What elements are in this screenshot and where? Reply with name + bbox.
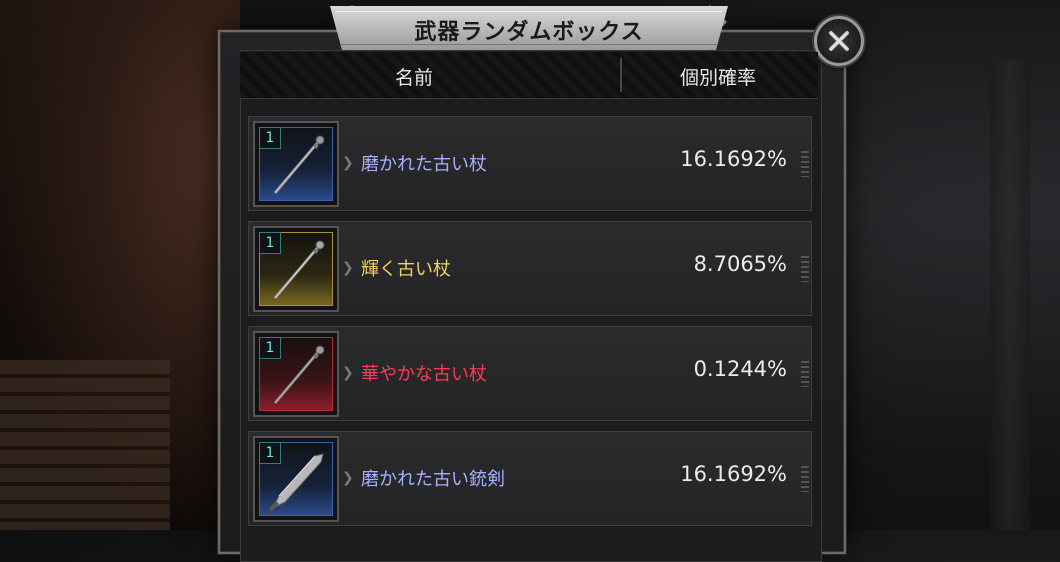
close-button[interactable] — [814, 16, 864, 66]
row-edge-ornament — [801, 256, 809, 282]
close-icon — [829, 31, 849, 51]
dialog-title: 武器ランダムボックス — [414, 20, 644, 45]
column-header-name: 名前 — [395, 67, 434, 89]
item-name: 華やかな古い杖 — [361, 364, 487, 385]
item-quantity: 1 — [259, 337, 281, 359]
item-quantity: 1 — [259, 442, 281, 464]
item-name: 磨かれた古い銃剣 — [361, 469, 505, 490]
chevron-right-icon: ❯ — [342, 155, 354, 171]
item-quantity: 1 — [259, 232, 281, 254]
chevron-right-icon: ❯ — [342, 365, 354, 381]
item-row[interactable]: 1 ❯ 華やかな古い杖 0.1244% — [248, 326, 812, 421]
item-slot[interactable]: 1 — [253, 436, 339, 522]
item-rate: 16.1692% — [680, 462, 787, 486]
item-row[interactable]: 1 ❯ 磨かれた古い銃剣 16.1692% — [248, 431, 812, 526]
row-edge-ornament — [801, 361, 809, 387]
item-name: 輝く古い杖 — [361, 259, 451, 280]
header-divider — [620, 58, 622, 92]
row-edge-ornament — [801, 151, 809, 177]
item-rate: 16.1692% — [680, 147, 787, 171]
dialog-title-plate: 武器ランダムボックス — [330, 6, 728, 50]
item-quantity: 1 — [259, 127, 281, 149]
item-rate: 8.7065% — [693, 252, 787, 276]
item-slot[interactable]: 1 — [253, 331, 339, 417]
item-slot[interactable]: 1 — [253, 226, 339, 312]
item-rate: 0.1244% — [693, 357, 787, 381]
item-row[interactable]: 1 ❯ 磨かれた古い杖 16.1692% — [248, 116, 812, 211]
item-slot[interactable]: 1 — [253, 121, 339, 207]
chevron-right-icon: ❯ — [342, 260, 354, 276]
row-edge-ornament — [801, 466, 809, 492]
item-row[interactable]: 1 ❯ 輝く古い杖 8.7065% — [248, 221, 812, 316]
table-header: 名前 個別確率 — [240, 52, 818, 99]
chevron-right-icon: ❯ — [342, 470, 354, 486]
background-crate — [0, 360, 170, 530]
column-header-rate: 個別確率 — [680, 67, 757, 89]
item-name: 磨かれた古い杖 — [361, 154, 487, 175]
background-pillar — [990, 60, 1030, 530]
